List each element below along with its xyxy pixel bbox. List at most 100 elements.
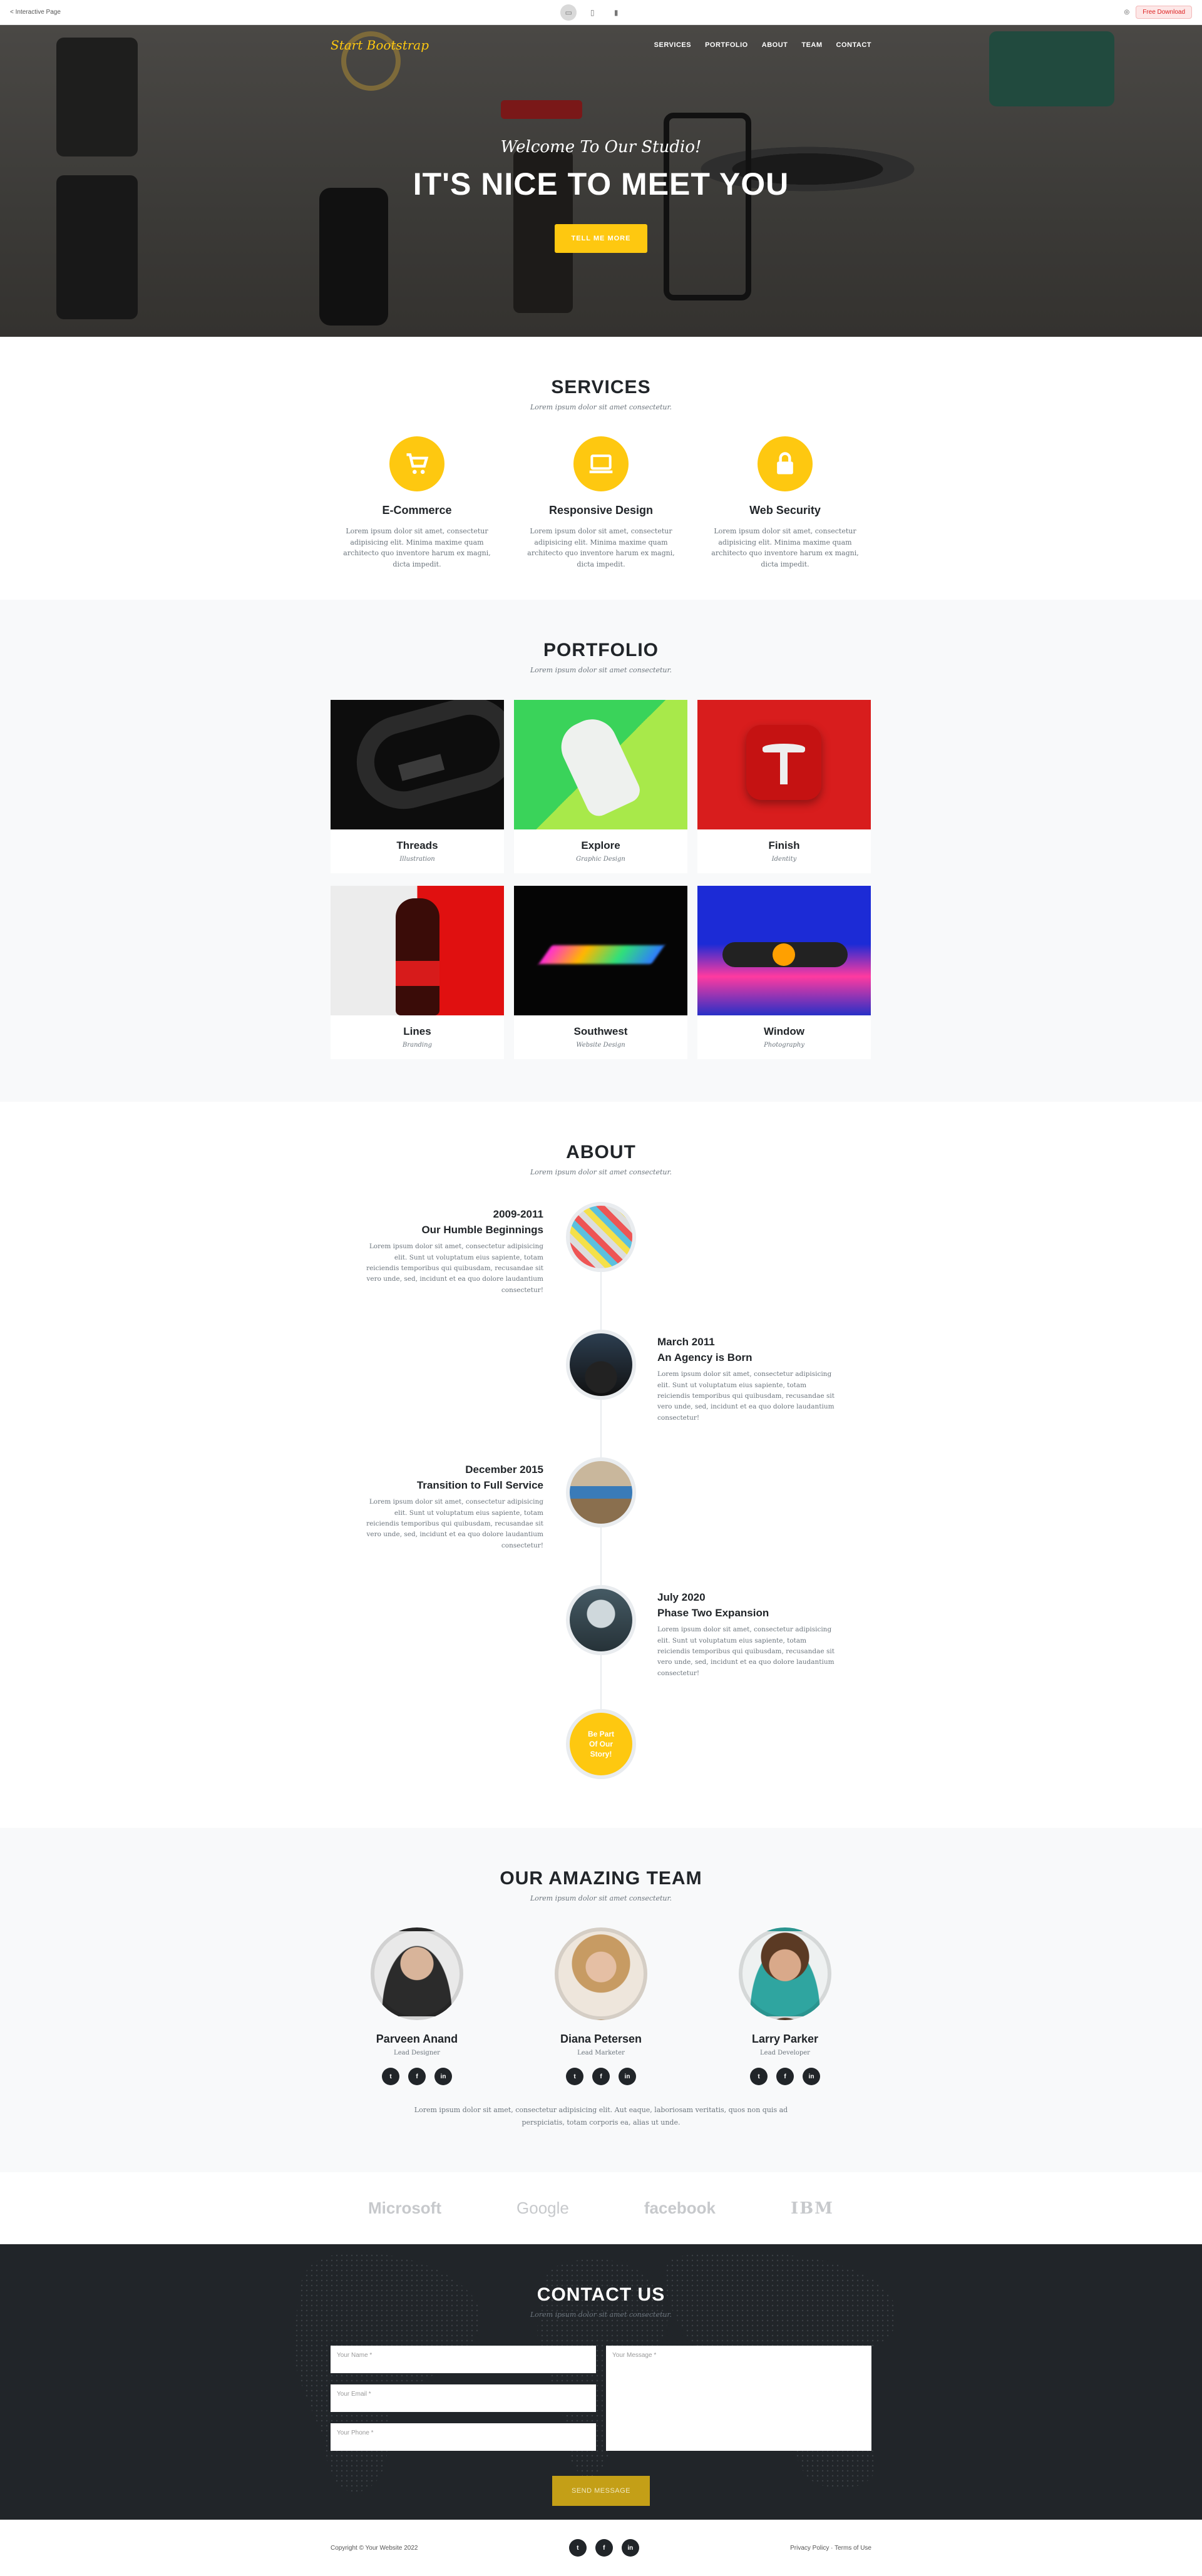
portfolio-item[interactable]: Threads Illustration xyxy=(331,700,504,873)
microsoft-logo[interactable]: Microsoft xyxy=(368,2199,441,2218)
contact-subtitle: Lorem ipsum dolor sit amet consectetur. xyxy=(530,2311,672,2319)
timeline-event: 2009-2011 Our Humble Beginnings Lorem ip… xyxy=(0,1202,1202,1294)
member-role: Lead Marketer xyxy=(577,2050,625,2056)
portfolio-item-category: Website Design xyxy=(576,1042,625,1049)
timeline-text: Lorem ipsum dolor sit amet, consectetur … xyxy=(366,1243,543,1294)
portfolio-item-title: Threads xyxy=(396,839,438,851)
footer-links: Privacy Policy · Terms of Use xyxy=(790,2545,871,2552)
portfolio-item[interactable]: Lines Branding xyxy=(331,886,504,1059)
notebook-image xyxy=(989,31,1114,106)
contact-title: CONTACT US xyxy=(537,2284,665,2305)
linkedin-icon[interactable]: in xyxy=(434,2068,452,2085)
service-text: Lorem ipsum dolor sit amet, consectetur … xyxy=(711,527,859,568)
portfolio-item-title: Explore xyxy=(581,839,620,851)
timeline-date: July 2020 xyxy=(657,1591,706,1603)
facebook-icon[interactable]: f xyxy=(408,2068,426,2085)
about-subtitle: Lorem ipsum dolor sit amet consectetur. xyxy=(530,1168,672,1176)
main-nav: Start Bootstrap SERVICES PORTFOLIO ABOUT… xyxy=(331,25,871,65)
message-field[interactable]: Your Message * xyxy=(606,2346,871,2451)
be-part-of-our-story-badge: Be Part Of Our Story! xyxy=(566,1709,636,1779)
team-member: Parveen Anand Lead Designer t f in xyxy=(334,1927,500,2085)
twitter-icon[interactable]: t xyxy=(568,2539,587,2557)
footer: Copyright © Your Website 2022 t f in Pri… xyxy=(0,2520,1202,2576)
terms-of-use-link[interactable]: Terms of Use xyxy=(835,2545,871,2552)
service-card: Responsive Design Lorem ipsum dolor sit … xyxy=(518,436,684,570)
portfolio-subtitle: Lorem ipsum dolor sit amet consectetur. xyxy=(530,666,672,674)
twitter-icon[interactable]: t xyxy=(750,2068,768,2085)
desktop-icon[interactable]: ▭ xyxy=(560,4,577,21)
google-logo[interactable]: Google xyxy=(516,2199,569,2218)
timeline-heading: Transition to Full Service xyxy=(416,1479,543,1491)
twitter-icon[interactable]: t xyxy=(382,2068,399,2085)
services-subtitle: Lorem ipsum dolor sit amet consectetur. xyxy=(530,403,672,411)
facebook-logo[interactable]: facebook xyxy=(644,2199,716,2218)
name-field[interactable]: Your Name * xyxy=(331,2346,596,2373)
back-link[interactable]: < Interactive Page xyxy=(10,9,61,16)
avatar xyxy=(739,1927,831,2020)
portfolio-item-category: Illustration xyxy=(399,856,435,863)
portfolio-section: PORTFOLIO Lorem ipsum dolor sit amet con… xyxy=(0,600,1202,1102)
email-field[interactable]: Your Email * xyxy=(331,2384,596,2412)
member-name: Larry Parker xyxy=(751,2033,819,2045)
mobile-icon[interactable]: ▮ xyxy=(608,4,624,21)
member-name: Diana Petersen xyxy=(560,2033,642,2045)
timeline-image xyxy=(566,1585,636,1655)
hero-title: IT'S NICE TO MEET YOU xyxy=(413,167,789,202)
facebook-icon[interactable]: f xyxy=(595,2539,613,2557)
send-message-button[interactable]: SEND MESSAGE xyxy=(552,2476,650,2506)
avatar xyxy=(555,1927,647,2020)
timeline-image xyxy=(566,1330,636,1400)
about-title: ABOUT xyxy=(566,1142,636,1162)
service-card: Web Security Lorem ipsum dolor sit amet,… xyxy=(702,436,868,570)
timeline-heading: Phase Two Expansion xyxy=(657,1606,769,1619)
service-text: Lorem ipsum dolor sit amet, consectetur … xyxy=(343,527,491,568)
tablet-icon[interactable]: ▯ xyxy=(584,4,600,21)
linkedin-icon[interactable]: in xyxy=(803,2068,820,2085)
timeline-event: December 2015 Transition to Full Service… xyxy=(0,1457,1202,1549)
nav-item-contact[interactable]: CONTACT xyxy=(836,41,871,49)
share-icon[interactable]: ◎ xyxy=(1124,9,1129,16)
story-line-1: Be Part xyxy=(587,1729,615,1738)
device-switcher: ▭ ▯ ▮ xyxy=(560,4,624,21)
portfolio-item-category: Photography xyxy=(764,1042,804,1049)
team-title: OUR AMAZING TEAM xyxy=(500,1868,702,1889)
nav-item-services[interactable]: SERVICES xyxy=(654,41,691,49)
timeline-heading: Our Humble Beginnings xyxy=(421,1223,543,1236)
service-text: Lorem ipsum dolor sit amet, consectetur … xyxy=(527,527,675,568)
privacy-policy-link[interactable]: Privacy Policy xyxy=(790,2545,829,2552)
portfolio-title: PORTFOLIO xyxy=(543,640,659,660)
facebook-icon[interactable]: f xyxy=(776,2068,794,2085)
service-title: E-Commerce xyxy=(382,504,452,516)
services-section: SERVICES Lorem ipsum dolor sit amet cons… xyxy=(0,337,1202,600)
nav-item-team[interactable]: TEAM xyxy=(801,41,822,49)
linkedin-icon[interactable]: in xyxy=(621,2539,639,2557)
portfolio-item-category: Branding xyxy=(403,1042,432,1049)
ibm-logo[interactable]: IBM xyxy=(791,2199,834,2218)
timeline-event: March 2011 An Agency is Born Lorem ipsum… xyxy=(0,1330,1202,1422)
portfolio-image-explore xyxy=(514,700,687,829)
portfolio-item[interactable]: Finish Identity xyxy=(697,700,871,873)
brand-logo[interactable]: Start Bootstrap xyxy=(331,38,429,53)
timeline-image xyxy=(566,1202,636,1272)
nav-item-portfolio[interactable]: PORTFOLIO xyxy=(705,41,748,49)
copyright: Copyright © Your Website 2022 xyxy=(331,2544,418,2552)
story-line-3: Story! xyxy=(590,1750,612,1759)
free-download-button[interactable]: Free Download xyxy=(1136,6,1192,19)
phone-field[interactable]: Your Phone * xyxy=(331,2423,596,2451)
timeline-text: Lorem ipsum dolor sit amet, consectetur … xyxy=(366,1498,543,1549)
service-card: E-Commerce Lorem ipsum dolor sit amet, c… xyxy=(334,436,500,570)
preview-topbar: < Interactive Page ▭ ▯ ▮ ◎ Free Download xyxy=(0,0,1202,25)
portfolio-item-title: Southwest xyxy=(573,1025,628,1037)
portfolio-item[interactable]: Explore Graphic Design xyxy=(514,700,687,873)
portfolio-item[interactable]: Southwest Website Design xyxy=(514,886,687,1059)
portfolio-item-category: Graphic Design xyxy=(576,856,625,863)
tell-me-more-button[interactable]: TELL ME MORE xyxy=(555,224,647,253)
phone-image xyxy=(319,188,388,326)
linkedin-icon[interactable]: in xyxy=(619,2068,636,2085)
twitter-icon[interactable]: t xyxy=(566,2068,583,2085)
back-label: < Interactive Page xyxy=(10,9,61,16)
portfolio-item[interactable]: Window Photography xyxy=(697,886,871,1059)
team-member: Diana Petersen Lead Marketer t f in xyxy=(518,1927,684,2085)
nav-item-about[interactable]: ABOUT xyxy=(762,41,788,49)
facebook-icon[interactable]: f xyxy=(592,2068,610,2085)
